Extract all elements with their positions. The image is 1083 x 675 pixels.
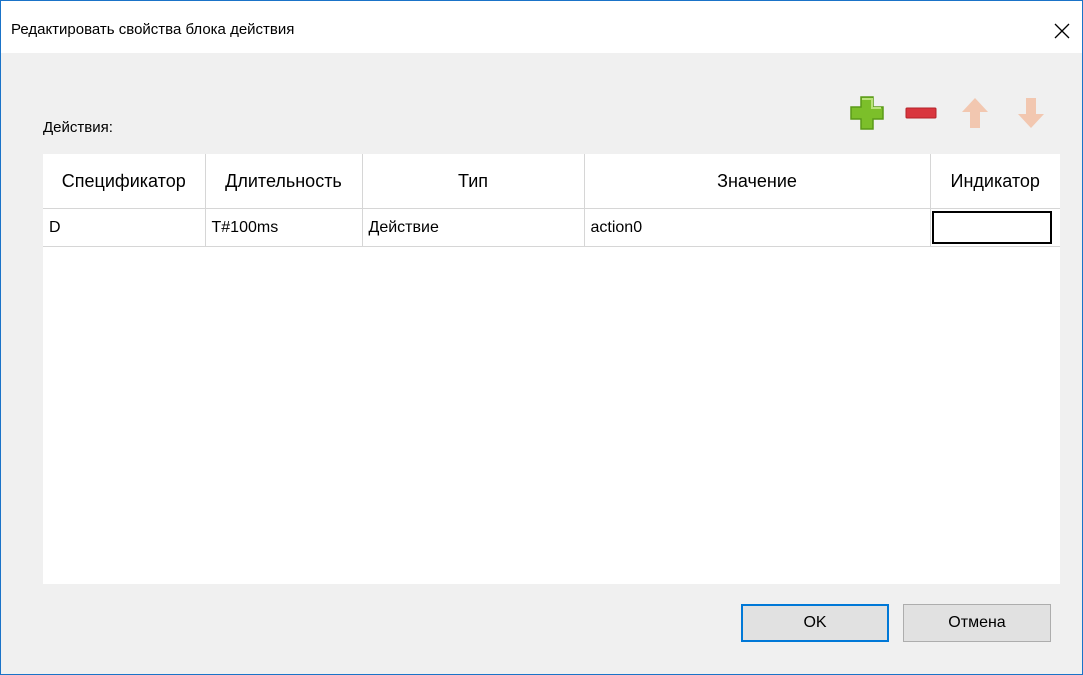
cell-indicator[interactable]	[930, 208, 1060, 247]
column-header-indicator[interactable]: Индикатор	[930, 154, 1060, 209]
table-row[interactable]: D T#100ms Действие action0	[43, 208, 1060, 247]
edit-action-block-dialog: Редактировать свойства блока действия Де…	[0, 0, 1083, 675]
plus-icon	[850, 96, 884, 130]
actions-table: Спецификатор Длительность Тип Значение И…	[43, 154, 1060, 584]
close-button[interactable]	[1042, 11, 1082, 51]
ok-button[interactable]: OK	[741, 604, 889, 642]
cell-qualifier[interactable]: D	[43, 208, 206, 247]
indicator-editor[interactable]	[931, 211, 1052, 244]
dialog-title: Редактировать свойства блока действия	[11, 21, 295, 38]
actions-label: Действия:	[43, 119, 113, 136]
cell-duration[interactable]: T#100ms	[205, 208, 363, 247]
column-header-type[interactable]: Тип	[362, 154, 585, 209]
cell-type[interactable]: Действие	[362, 208, 585, 247]
move-down-button[interactable]	[1011, 93, 1051, 133]
title-bar: Редактировать свойства блока действия	[1, 1, 1082, 53]
move-up-button[interactable]	[955, 93, 995, 133]
minus-icon	[905, 107, 937, 119]
table-header-row: Спецификатор Длительность Тип Значение И…	[43, 154, 1060, 209]
column-header-value[interactable]: Значение	[584, 154, 931, 209]
column-header-qualifier[interactable]: Спецификатор	[43, 154, 206, 209]
close-icon	[1054, 23, 1070, 39]
remove-action-button[interactable]	[901, 93, 941, 133]
cell-value[interactable]: action0	[584, 208, 931, 247]
arrow-down-icon	[1018, 98, 1044, 128]
column-header-duration[interactable]: Длительность	[205, 154, 363, 209]
cancel-button[interactable]: Отмена	[903, 604, 1051, 642]
add-action-button[interactable]	[847, 93, 887, 133]
arrow-up-icon	[962, 98, 988, 128]
